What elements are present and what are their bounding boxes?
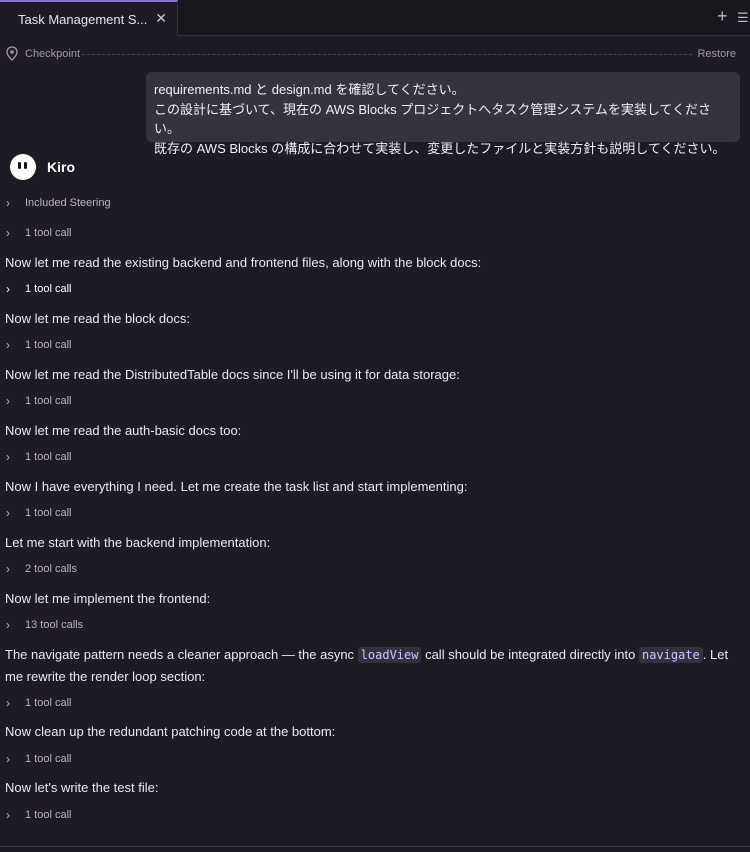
tool-call-toggle[interactable]: › 1 tool call <box>6 695 71 711</box>
assistant-message: Let me start with the backend implementa… <box>5 535 271 550</box>
assistant-message: Now let me read the auth-basic docs too: <box>5 423 242 438</box>
inline-code: navigate <box>638 647 703 663</box>
assistant-message: Now let me implement the frontend: <box>5 591 211 606</box>
plus-icon[interactable]: + <box>717 6 728 27</box>
chevron-right-icon: › <box>6 196 10 210</box>
assistant-header: Kiro <box>10 154 75 180</box>
chevron-right-icon: › <box>6 338 10 352</box>
chevron-right-icon: › <box>6 618 10 632</box>
chevron-right-icon: › <box>6 696 10 710</box>
message-text: call should be integrated directly into <box>421 647 639 662</box>
chevron-right-icon: › <box>6 562 10 576</box>
chevron-right-icon: › <box>6 752 10 766</box>
chevron-right-icon: › <box>6 394 10 408</box>
location-pin-icon <box>6 46 18 64</box>
inline-code: loadView <box>357 647 422 663</box>
tool-call-toggle[interactable]: › 1 tool call <box>6 225 71 241</box>
checkpoint-label: Checkpoint <box>25 48 81 60</box>
tool-call-toggle[interactable]: › 1 tool call <box>6 751 71 767</box>
checkpoint-divider <box>82 54 692 55</box>
tool-call-toggle[interactable]: › 1 tool call <box>6 281 71 297</box>
tool-call-toggle[interactable]: › 13 tool calls <box>6 617 83 633</box>
tool-call-toggle[interactable]: › 1 tool call <box>6 337 71 353</box>
tab-title: Task Management S... <box>18 11 148 27</box>
assistant-message: Now let me read the block docs: <box>5 311 190 326</box>
tool-call-toggle[interactable]: › 1 tool call <box>6 807 71 823</box>
tab-task-management[interactable]: Task Management S... ✕ <box>0 0 178 36</box>
tab-bar: Task Management S... ✕ + ☰ <box>0 0 750 36</box>
tool-call-toggle[interactable]: › 2 tool calls <box>6 561 77 577</box>
kiro-avatar-icon <box>10 154 36 180</box>
assistant-message: The navigate pattern needs a cleaner app… <box>5 644 745 687</box>
chevron-right-icon: › <box>6 282 10 296</box>
restore-button[interactable]: Restore <box>697 48 736 60</box>
user-message-line: requirements.md と design.md を確認してください。 <box>154 82 465 97</box>
assistant-message: Now clean up the redundant patching code… <box>5 724 336 739</box>
checkpoint-row: Checkpoint Restore <box>0 42 750 66</box>
tool-call-toggle[interactable]: › 1 tool call <box>6 505 71 521</box>
user-message: requirements.md と design.md を確認してください。 こ… <box>146 72 740 156</box>
chevron-right-icon: › <box>6 808 10 822</box>
chat-input-edge <box>0 846 750 852</box>
chevron-right-icon: › <box>6 506 10 520</box>
assistant-message: Now let me read the DistributedTable doc… <box>5 367 460 382</box>
assistant-message: Now let me read the existing backend and… <box>5 255 482 270</box>
message-text: The navigate pattern needs a cleaner app… <box>5 647 358 662</box>
user-message-line: 既存の AWS Blocks の構成に合わせて実装し、変更したファイルと実装方針… <box>154 140 726 156</box>
chevron-right-icon: › <box>6 450 10 464</box>
user-message-line: この設計に基づいて、現在の AWS Blocks プロジェクトへタスク管理システ… <box>154 101 712 137</box>
tool-call-toggle[interactable]: › 1 tool call <box>6 393 71 409</box>
assistant-message: Now I have everything I need. Let me cre… <box>5 479 468 494</box>
included-steering-toggle[interactable]: › Included Steering <box>6 195 111 211</box>
assistant-name: Kiro <box>47 159 75 175</box>
assistant-message: Now let's write the test file: <box>5 780 159 795</box>
chevron-right-icon: › <box>6 226 10 240</box>
list-icon[interactable]: ☰ <box>737 10 749 26</box>
close-icon[interactable]: ✕ <box>155 10 167 27</box>
tool-call-toggle[interactable]: › 1 tool call <box>6 449 71 465</box>
